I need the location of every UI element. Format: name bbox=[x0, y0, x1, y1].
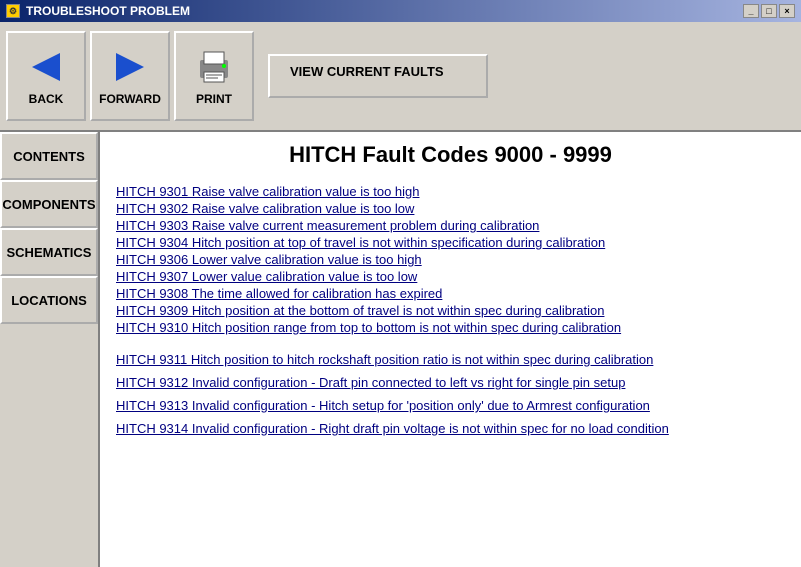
sidebar-item-schematics[interactable]: SCHEMATICS bbox=[0, 228, 98, 276]
print-button[interactable]: PRINT bbox=[174, 31, 254, 121]
fault-9307[interactable]: HITCH 9307 Lower value calibration value… bbox=[116, 269, 785, 284]
sidebar-locations-label: LOCATIONS bbox=[11, 293, 87, 308]
fault-9301[interactable]: HITCH 9301 Raise valve calibration value… bbox=[116, 184, 785, 199]
view-faults-button[interactable]: VIEW CURRENT FAULTS bbox=[268, 54, 488, 98]
fault-9313-group: HITCH 9313 Invalid configuration - Hitch… bbox=[116, 398, 785, 413]
fault-9310[interactable]: HITCH 9310 Hitch position range from top… bbox=[116, 320, 785, 335]
back-button[interactable]: BACK bbox=[6, 31, 86, 121]
title-bar: ⚙ TROUBLESHOOT PROBLEM _ □ × bbox=[0, 0, 801, 22]
print-label: PRINT bbox=[196, 92, 232, 106]
fault-9306[interactable]: HITCH 9306 Lower valve calibration value… bbox=[116, 252, 785, 267]
app-icon: ⚙ bbox=[6, 4, 20, 18]
fault-9303[interactable]: HITCH 9303 Raise valve current measureme… bbox=[116, 218, 785, 233]
view-faults-label: VIEW CURRENT FAULTS bbox=[290, 64, 444, 79]
sidebar-item-contents[interactable]: CONTENTS bbox=[0, 132, 98, 180]
fault-9311[interactable]: HITCH 9311 Hitch position to hitch rocks… bbox=[116, 352, 785, 367]
sidebar: CONTENTS COMPONENTS SCHEMATICS LOCATIONS bbox=[0, 132, 100, 567]
maximize-button[interactable]: □ bbox=[761, 4, 777, 18]
fault-9302[interactable]: HITCH 9302 Raise valve calibration value… bbox=[116, 201, 785, 216]
fault-9313[interactable]: HITCH 9313 Invalid configuration - Hitch… bbox=[116, 398, 785, 413]
minimize-button[interactable]: _ bbox=[743, 4, 759, 18]
sidebar-item-locations[interactable]: LOCATIONS bbox=[0, 276, 98, 324]
content-title: HITCH Fault Codes 9000 - 9999 bbox=[116, 142, 785, 168]
back-icon bbox=[22, 46, 70, 88]
forward-label: FORWARD bbox=[99, 92, 161, 106]
sidebar-item-components[interactable]: COMPONENTS bbox=[0, 180, 98, 228]
fault-9314[interactable]: HITCH 9314 Invalid configuration - Right… bbox=[116, 421, 785, 436]
content-area: HITCH Fault Codes 9000 - 9999 HITCH 9301… bbox=[100, 132, 801, 567]
print-icon bbox=[190, 46, 238, 88]
title-bar-text: TROUBLESHOOT PROBLEM bbox=[26, 4, 190, 18]
close-button[interactable]: × bbox=[779, 4, 795, 18]
fault-list: HITCH 9301 Raise valve calibration value… bbox=[116, 184, 785, 335]
forward-icon bbox=[106, 46, 154, 88]
fault-9312-group: HITCH 9312 Invalid configuration - Draft… bbox=[116, 375, 785, 390]
fault-9311-group: HITCH 9311 Hitch position to hitch rocks… bbox=[116, 352, 785, 367]
fault-9308[interactable]: HITCH 9308 The time allowed for calibrat… bbox=[116, 286, 785, 301]
fault-9312[interactable]: HITCH 9312 Invalid configuration - Draft… bbox=[116, 375, 785, 390]
fault-9304[interactable]: HITCH 9304 Hitch position at top of trav… bbox=[116, 235, 785, 250]
sidebar-schematics-label: SCHEMATICS bbox=[7, 245, 92, 260]
back-label: BACK bbox=[29, 92, 64, 106]
forward-button[interactable]: FORWARD bbox=[90, 31, 170, 121]
sidebar-components-label: COMPONENTS bbox=[2, 197, 95, 212]
sidebar-contents-label: CONTENTS bbox=[13, 149, 85, 164]
main-area: CONTENTS COMPONENTS SCHEMATICS LOCATIONS… bbox=[0, 132, 801, 567]
title-bar-buttons[interactable]: _ □ × bbox=[743, 4, 795, 18]
toolbar: BACK FORWARD PRINT VIEW CURRENT FAULTS bbox=[0, 22, 801, 132]
title-bar-left: ⚙ TROUBLESHOOT PROBLEM bbox=[6, 4, 190, 18]
fault-9309[interactable]: HITCH 9309 Hitch position at the bottom … bbox=[116, 303, 785, 318]
fault-9314-group: HITCH 9314 Invalid configuration - Right… bbox=[116, 421, 785, 436]
